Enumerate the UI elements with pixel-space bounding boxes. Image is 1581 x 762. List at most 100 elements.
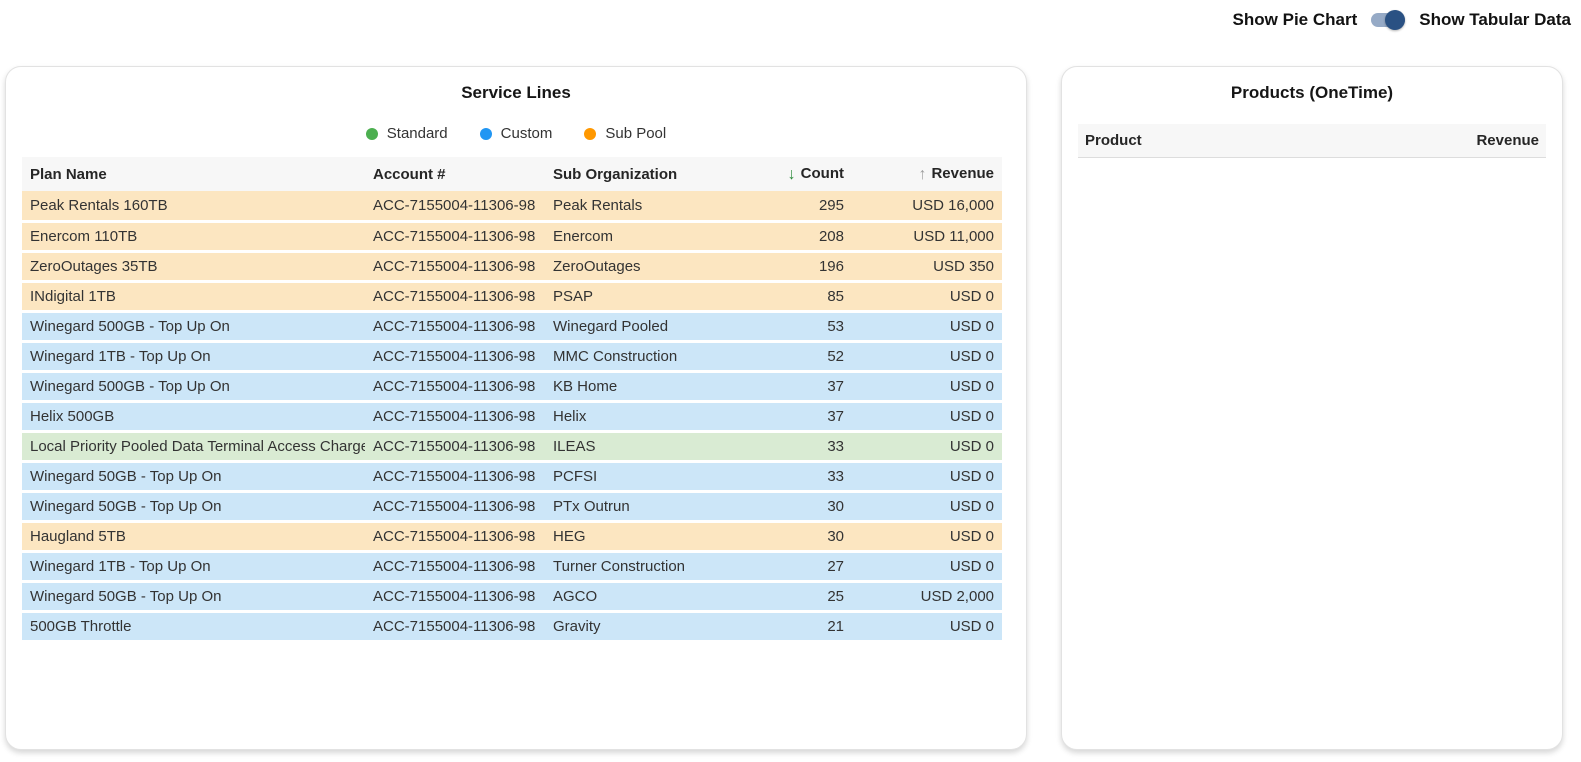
cell-count: 25: [767, 581, 852, 611]
cell-revenue: USD 2,000: [852, 581, 1002, 611]
products-onetime-title: Products (OneTime): [1062, 83, 1562, 103]
toggle-label-pie-chart[interactable]: Show Pie Chart: [1233, 10, 1358, 30]
col-header-account[interactable]: Account #: [365, 157, 545, 191]
cell-count: 33: [767, 431, 852, 461]
cell-revenue: USD 350: [852, 251, 1002, 281]
cell-account: ACC-7155004-11306-98: [365, 191, 545, 221]
table-row: Helix 500GBACC-7155004-11306-98Helix37US…: [22, 401, 1002, 431]
table-row: Haugland 5TBACC-7155004-11306-98HEG30USD…: [22, 521, 1002, 551]
cell-sub-org: HEG: [545, 521, 767, 551]
scroll-spacer: [22, 643, 1010, 691]
col-header-revenue[interactable]: ↑ Revenue: [852, 157, 1002, 191]
table-row: ZeroOutages 35TBACC-7155004-11306-98Zero…: [22, 251, 1002, 281]
cell-plan: Helix 500GB: [22, 401, 365, 431]
legend-label: Standard: [387, 125, 448, 142]
cell-count: 295: [767, 191, 852, 221]
cell-account: ACC-7155004-11306-98: [365, 401, 545, 431]
table-row: Winegard 50GB - Top Up OnACC-7155004-113…: [22, 581, 1002, 611]
cell-sub-org: Winegard Pooled: [545, 311, 767, 341]
service-lines-title: Service Lines: [6, 83, 1026, 103]
table-row: Winegard 1TB - Top Up OnACC-7155004-1130…: [22, 341, 1002, 371]
col-header-sub-organization[interactable]: Sub Organization: [545, 157, 767, 191]
cell-revenue: USD 0: [852, 611, 1002, 641]
cell-count: 30: [767, 521, 852, 551]
service-lines-card: Service Lines Standard Custom Sub Pool: [5, 66, 1027, 750]
cell-sub-org: PTx Outrun: [545, 491, 767, 521]
cell-plan: Winegard 500GB - Top Up On: [22, 311, 365, 341]
cell-count: 33: [767, 461, 852, 491]
cell-account: ACC-7155004-11306-98: [365, 491, 545, 521]
cell-account: ACC-7155004-11306-98: [365, 581, 545, 611]
cell-sub-org: Turner Construction: [545, 551, 767, 581]
cell-count: 21: [767, 611, 852, 641]
cell-count: 52: [767, 341, 852, 371]
cell-revenue: USD 0: [852, 341, 1002, 371]
cell-revenue: USD 0: [852, 401, 1002, 431]
cell-revenue: USD 0: [852, 551, 1002, 581]
products-onetime-card: Products (OneTime) Product Revenue: [1061, 66, 1563, 750]
cell-plan: Winegard 50GB - Top Up On: [22, 461, 365, 491]
count-header-label: Count: [801, 165, 844, 182]
cell-revenue: USD 0: [852, 431, 1002, 461]
view-toggle-switch[interactable]: [1371, 10, 1405, 30]
col-header-count[interactable]: ↓Count: [767, 157, 852, 191]
legend-label: Sub Pool: [605, 125, 666, 142]
cell-plan: Haugland 5TB: [22, 521, 365, 551]
col-header-plan-name[interactable]: Plan Name: [22, 157, 365, 191]
cell-plan: Winegard 50GB - Top Up On: [22, 491, 365, 521]
cell-count: 30: [767, 491, 852, 521]
cell-sub-org: KB Home: [545, 371, 767, 401]
cell-count: 208: [767, 221, 852, 251]
cell-plan: ZeroOutages 35TB: [22, 251, 365, 281]
service-lines-table-scroll[interactable]: Plan Name Account # Sub Organization ↓Co…: [22, 157, 1010, 690]
table-row: Winegard 1TB - Top Up OnACC-7155004-1130…: [22, 551, 1002, 581]
table-row: Enercom 110TBACC-7155004-11306-98Enercom…: [22, 221, 1002, 251]
cell-account: ACC-7155004-11306-98: [365, 311, 545, 341]
cell-account: ACC-7155004-11306-98: [365, 251, 545, 281]
cell-account: ACC-7155004-11306-98: [365, 431, 545, 461]
service-lines-legend: Standard Custom Sub Pool: [6, 125, 1026, 142]
cell-account: ACC-7155004-11306-98: [365, 221, 545, 251]
col-header-product: Product: [1085, 132, 1142, 149]
cell-sub-org: MMC Construction: [545, 341, 767, 371]
cell-count: 196: [767, 251, 852, 281]
sort-ascending-arrow-icon: ↑: [918, 166, 926, 183]
cell-sub-org: ZeroOutages: [545, 251, 767, 281]
cell-sub-org: PCFSI: [545, 461, 767, 491]
table-row: Winegard 50GB - Top Up OnACC-7155004-113…: [22, 491, 1002, 521]
cell-sub-org: Helix: [545, 401, 767, 431]
cell-revenue: USD 0: [852, 491, 1002, 521]
cell-plan: Winegard 50GB - Top Up On: [22, 581, 365, 611]
toggle-label-tabular-data[interactable]: Show Tabular Data: [1419, 10, 1571, 30]
legend-item-custom: Custom: [480, 125, 553, 142]
cell-account: ACC-7155004-11306-98: [365, 611, 545, 641]
legend-item-sub-pool: Sub Pool: [584, 125, 666, 142]
cell-account: ACC-7155004-11306-98: [365, 281, 545, 311]
cell-sub-org: AGCO: [545, 581, 767, 611]
dashboard-cards: Service Lines Standard Custom Sub Pool: [5, 66, 1581, 750]
legend-label: Custom: [501, 125, 553, 142]
cell-plan: Winegard 1TB - Top Up On: [22, 551, 365, 581]
cell-plan: Winegard 1TB - Top Up On: [22, 341, 365, 371]
view-toggle-bar: Show Pie Chart Show Tabular Data: [0, 0, 1581, 40]
sub-pool-dot-icon: [584, 128, 596, 140]
cell-sub-org: PSAP: [545, 281, 767, 311]
table-row: Winegard 500GB - Top Up OnACC-7155004-11…: [22, 311, 1002, 341]
cell-count: 37: [767, 401, 852, 431]
cell-plan: Peak Rentals 160TB: [22, 191, 365, 221]
products-table-body: [1062, 158, 1562, 558]
custom-dot-icon: [480, 128, 492, 140]
cell-account: ACC-7155004-11306-98: [365, 341, 545, 371]
products-table-header: Product Revenue: [1078, 124, 1546, 158]
cell-revenue: USD 0: [852, 461, 1002, 491]
table-row: Local Priority Pooled Data Terminal Acce…: [22, 431, 1002, 461]
cell-sub-org: Peak Rentals: [545, 191, 767, 221]
cell-plan: 500GB Throttle: [22, 611, 365, 641]
cell-account: ACC-7155004-11306-98: [365, 461, 545, 491]
switch-thumb-icon: [1385, 10, 1405, 30]
cell-count: 37: [767, 371, 852, 401]
standard-dot-icon: [366, 128, 378, 140]
table-header-row: Plan Name Account # Sub Organization ↓Co…: [22, 157, 1002, 191]
col-header-product-revenue: Revenue: [1476, 132, 1539, 149]
revenue-header-label: Revenue: [931, 165, 994, 182]
